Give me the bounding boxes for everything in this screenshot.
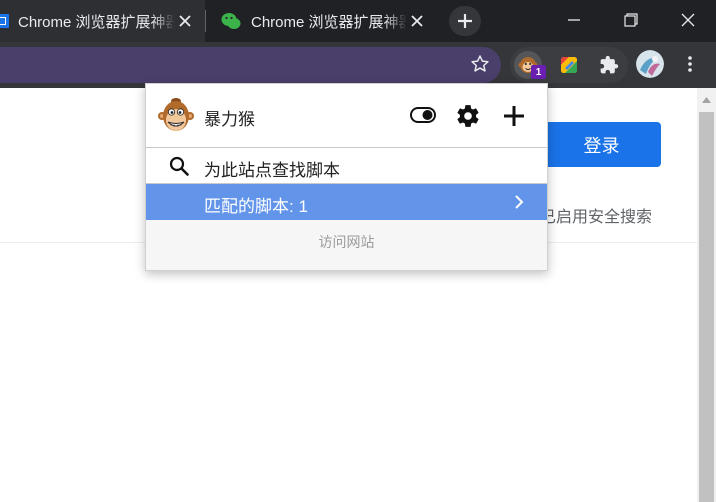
profile-avatar[interactable] (636, 50, 664, 78)
login-button[interactable]: 登录 (542, 122, 661, 167)
minimize-button[interactable] (545, 0, 603, 40)
color-picker-extension-icon[interactable] (555, 51, 583, 79)
extensions-puzzle-icon[interactable] (595, 51, 623, 79)
restore-icon (624, 13, 638, 27)
scroll-thumb[interactable] (699, 112, 714, 502)
tab-close-icon[interactable] (407, 11, 427, 31)
restore-button[interactable] (602, 0, 660, 40)
bookmark-star-icon[interactable] (466, 50, 494, 78)
safe-search-status[interactable]: 已启用安全搜索 (540, 203, 652, 227)
new-script-plus-icon[interactable] (500, 102, 528, 130)
more-menu-icon[interactable] (678, 50, 702, 78)
tab-chrome-extensions-2[interactable]: Chrome 浏览器扩展神器 (207, 0, 437, 42)
monkey-logo-icon (158, 95, 194, 135)
search-icon (169, 156, 189, 176)
new-tab-button[interactable] (449, 6, 481, 36)
tab-close-icon[interactable] (175, 11, 195, 31)
popup-header: 暴力猴 (146, 84, 547, 147)
tab-separator (205, 10, 206, 32)
page-scrollbar[interactable] (697, 88, 716, 502)
find-scripts-item[interactable]: 为此站点查找脚本 (146, 148, 547, 183)
close-icon (681, 13, 695, 27)
find-scripts-label: 为此站点查找脚本 (204, 161, 340, 180)
address-bar[interactable] (0, 47, 501, 83)
settings-gear-icon[interactable] (454, 102, 482, 130)
tab-strip: Chrome 浏览器扩展神器 Chrome 浏览器扩展神器 (0, 0, 716, 42)
close-window-button[interactable] (659, 0, 716, 40)
enable-toggle-icon[interactable] (409, 103, 437, 127)
popup-footer: 访问网站 (146, 220, 547, 270)
minimize-icon (568, 19, 580, 21)
violentmonkey-popup: 暴力猴 为此站点查找脚本 匹配的脚本: 1 访问网站 (145, 83, 548, 271)
chevron-right-icon (512, 194, 526, 210)
extension-name: 暴力猴 (204, 110, 255, 129)
plus-icon (458, 14, 472, 28)
visit-website-link[interactable]: 访问网站 (319, 232, 375, 252)
matched-scripts-item[interactable]: 匹配的脚本: 1 (146, 184, 547, 220)
script-count-badge: 1 (531, 65, 546, 79)
tab-title: Chrome 浏览器扩展神器 (251, 13, 407, 31)
wechat-icon (221, 11, 241, 31)
extensions-group (510, 47, 628, 83)
matched-scripts-label: 匹配的脚本: 1 (204, 197, 308, 216)
tab-chrome-extensions-1[interactable]: Chrome 浏览器扩展神器 (0, 0, 205, 42)
browser-toolbar (0, 42, 716, 88)
scroll-up-arrow-icon[interactable] (697, 88, 716, 112)
window-favicon-icon (0, 13, 10, 29)
tab-title: Chrome 浏览器扩展神器 (18, 13, 175, 31)
